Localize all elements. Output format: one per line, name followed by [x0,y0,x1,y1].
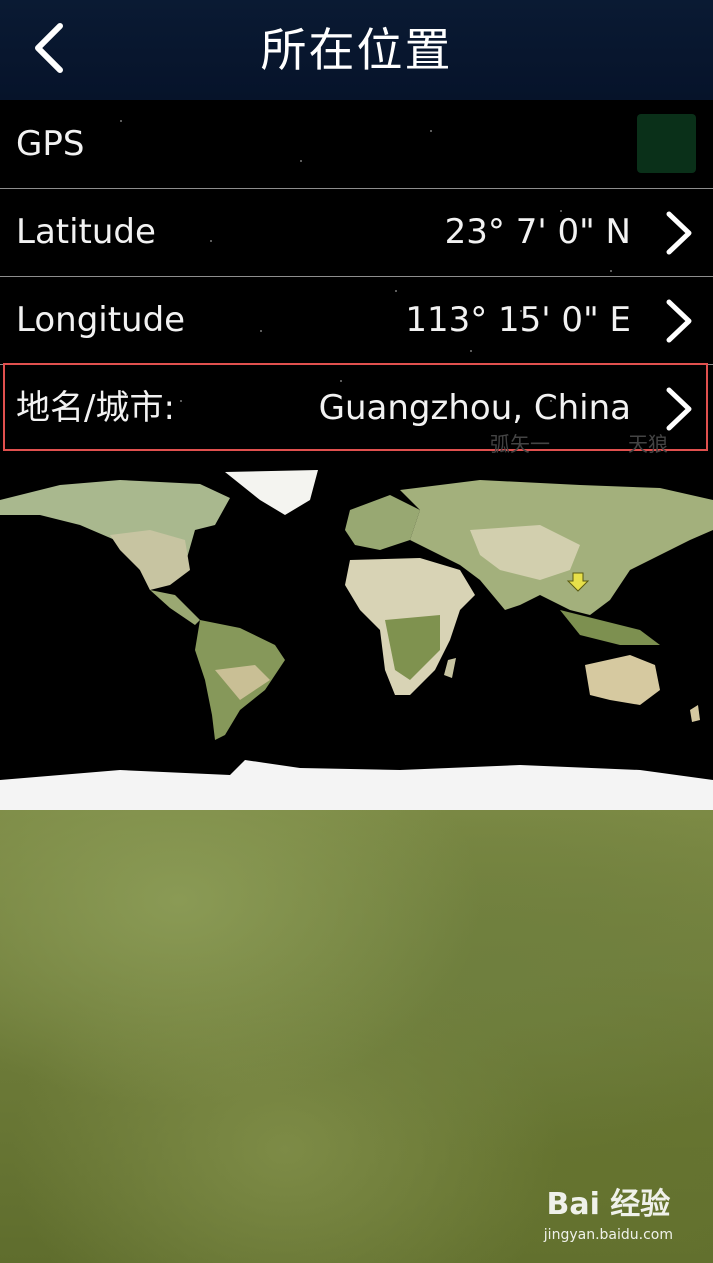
gps-label: GPS [16,124,85,164]
world-map[interactable] [0,470,713,810]
latitude-value: 23° 7' 0" N [444,212,631,252]
baidu-watermark: Bai 经验 jingyan.baidu.com [544,1179,673,1243]
watermark-logo: Bai 经验 [546,1187,671,1222]
constellation-label: 天狼 [628,432,668,456]
city-row-highlight [3,363,708,451]
constellation-label: 弧矢一 [490,432,550,456]
gps-toggle[interactable] [637,114,696,173]
gps-row[interactable]: GPS [0,100,713,189]
chevron-right-icon [666,211,692,255]
page-title: 所在位置 [260,23,453,77]
longitude-row[interactable]: Longitude 113° 15' 0" E [0,276,713,365]
longitude-value: 113° 15' 0" E [405,300,631,340]
latitude-row[interactable]: Latitude 23° 7' 0" N [0,188,713,277]
latitude-label: Latitude [16,212,156,252]
longitude-label: Longitude [16,300,186,340]
chevron-right-icon [666,299,692,343]
world-map-graphic [0,470,713,810]
header-bar: 所在位置 [0,0,713,100]
watermark-url: jingyan.baidu.com [543,1227,673,1243]
